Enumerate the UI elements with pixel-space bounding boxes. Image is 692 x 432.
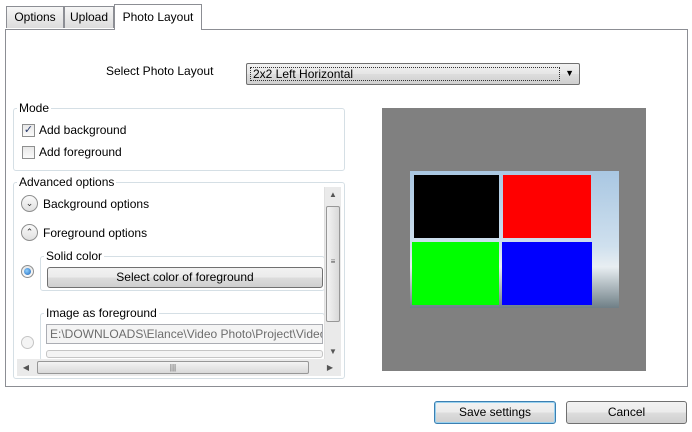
- tab-upload-label: Upload: [69, 10, 109, 24]
- preview-cell-top-right: [503, 175, 591, 238]
- photo-layout-value: 2x2 Left Horizontal: [250, 67, 560, 81]
- mode-group-title: Mode: [17, 101, 52, 115]
- chevron-up-icon: ⌃: [25, 227, 34, 237]
- cancel-button[interactable]: Cancel: [566, 401, 687, 424]
- checkmark-icon: ✓: [23, 124, 34, 136]
- select-foreground-color-button[interactable]: Select color of foreground: [47, 267, 323, 288]
- tab-options-label: Options: [14, 10, 56, 24]
- preview-background-photo: [410, 171, 619, 308]
- scroll-right-icon[interactable]: ▶: [325, 363, 335, 372]
- preview-cell-bottom-right: [502, 242, 592, 305]
- vertical-scroll-thumb[interactable]: ≡: [326, 206, 340, 322]
- scroll-up-icon[interactable]: ▲: [325, 190, 341, 199]
- tab-options[interactable]: Options: [6, 6, 64, 28]
- expand-background-options-button[interactable]: ⌄: [21, 195, 38, 212]
- add-background-checkbox[interactable]: ✓: [22, 124, 35, 137]
- add-foreground-label: Add foreground: [39, 145, 122, 159]
- advanced-vertical-scrollbar[interactable]: ▲ ≡ ▼: [324, 187, 341, 359]
- tab-photo-layout-label: Photo Layout: [122, 10, 194, 24]
- preview-cell-bottom-left: [412, 242, 499, 305]
- scroll-down-icon[interactable]: ▼: [325, 347, 341, 356]
- solid-color-title: Solid color: [44, 249, 105, 263]
- foreground-options-label: Foreground options: [43, 226, 148, 240]
- horizontal-scroll-thumb[interactable]: |||: [37, 361, 309, 374]
- scroll-left-icon[interactable]: ◀: [21, 363, 31, 372]
- grip-icon: ≡: [330, 257, 336, 266]
- foreground-image-path-field[interactable]: E:\DOWNLOADS\Elance\Video Photo\Project\…: [46, 324, 323, 344]
- collapse-foreground-options-button[interactable]: ⌃: [21, 224, 38, 241]
- save-settings-button[interactable]: Save settings: [434, 401, 556, 424]
- image-foreground-radio[interactable]: [21, 336, 34, 349]
- grip-icon: |||: [169, 363, 177, 372]
- chevron-down-icon: ⌄: [25, 198, 34, 208]
- background-options-label: Background options: [43, 197, 150, 211]
- image-foreground-title: Image as foreground: [44, 306, 159, 320]
- add-foreground-checkbox[interactable]: [22, 146, 35, 159]
- chevron-down-icon: ▼: [565, 68, 574, 78]
- browse-image-button[interactable]: [46, 350, 323, 358]
- add-background-label: Add background: [39, 123, 127, 137]
- solid-color-radio[interactable]: [21, 265, 34, 278]
- advanced-horizontal-scrollbar[interactable]: ◀ ||| ▶: [17, 359, 341, 376]
- tab-upload[interactable]: Upload: [64, 6, 114, 28]
- select-photo-layout-label: Select Photo Layout: [106, 64, 214, 78]
- photo-layout-dropdown[interactable]: 2x2 Left Horizontal ▼: [246, 63, 580, 85]
- advanced-options-title: Advanced options: [17, 175, 117, 189]
- mode-group: [13, 108, 345, 171]
- preview-cell-top-left: [414, 175, 499, 238]
- tab-photo-layout[interactable]: Photo Layout: [114, 4, 202, 30]
